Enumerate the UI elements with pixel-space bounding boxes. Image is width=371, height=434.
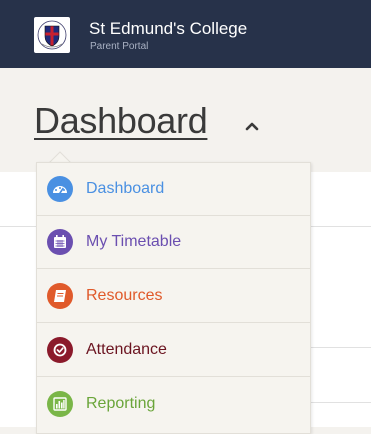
menu-item-dashboard[interactable]: Dashboard xyxy=(37,163,310,216)
menu-item-attendance[interactable]: Attendance xyxy=(37,324,310,377)
college-crest-icon[interactable] xyxy=(34,17,70,53)
menu-item-label: Resources xyxy=(86,287,163,304)
menu-item-label: My Timetable xyxy=(86,233,182,250)
portal-subtitle: Parent Portal xyxy=(90,41,149,52)
calendar-icon xyxy=(47,229,73,255)
menu-item-my-timetable[interactable]: My Timetable xyxy=(37,216,310,269)
book-icon xyxy=(47,283,73,309)
bar-chart-icon xyxy=(47,391,73,417)
content-divider xyxy=(310,402,371,403)
menu-item-resources[interactable]: Resources xyxy=(37,270,310,323)
college-name[interactable]: St Edmund's College xyxy=(89,19,247,39)
top-navigation-bar: St Edmund's College Parent Portal xyxy=(0,0,371,68)
menu-item-label: Reporting xyxy=(86,395,156,412)
chevron-up-icon[interactable] xyxy=(245,118,259,131)
content-divider xyxy=(310,347,371,348)
menu-item-label: Attendance xyxy=(86,341,167,358)
page-title[interactable]: Dashboard xyxy=(34,100,208,142)
navigation-dropdown-menu: Dashboard My Timetable Resources Attenda… xyxy=(36,162,311,434)
menu-item-reporting[interactable]: Reporting xyxy=(37,378,310,431)
menu-item-label: Dashboard xyxy=(86,180,165,197)
speedometer-icon xyxy=(47,176,73,202)
check-circle-icon xyxy=(47,337,73,363)
